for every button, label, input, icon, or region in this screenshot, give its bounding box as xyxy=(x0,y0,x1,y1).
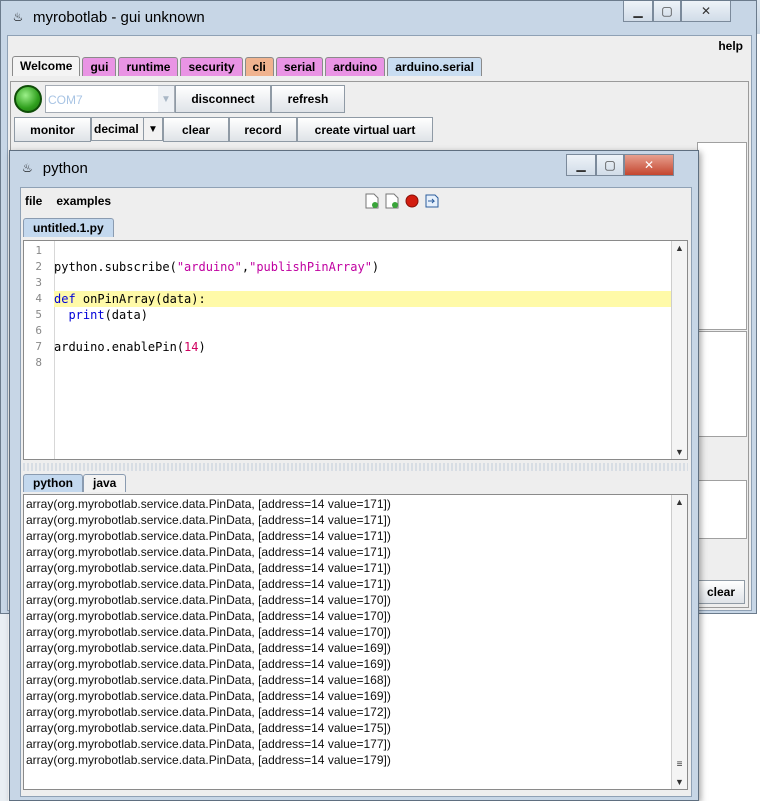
new-file-icon[interactable] xyxy=(364,193,380,209)
output-line: array(org.myrobotlab.service.data.PinDat… xyxy=(26,689,391,703)
line-number: 3 xyxy=(35,276,42,289)
serial-info-area xyxy=(697,331,747,437)
line-number: 2 xyxy=(35,260,42,273)
python-toolbar xyxy=(364,193,440,209)
scroll-down-icon[interactable]: ▼ xyxy=(672,775,687,789)
main-window-controls: ▁ ▢ ✕ xyxy=(623,1,731,22)
line-number: 1 xyxy=(35,244,42,257)
clear-bottom-button[interactable]: clear xyxy=(697,580,745,604)
line-number-gutter: 1 2 3 4 5 6 7 8 xyxy=(24,241,55,459)
monitor-button[interactable]: monitor xyxy=(14,117,91,142)
python-window: ♨ python ▁ ▢ ✕ file examples untitled.1.… xyxy=(9,150,699,801)
format-value: decimal xyxy=(94,122,139,136)
line-number: 6 xyxy=(35,324,42,337)
code-line: python.subscribe("arduino","publishPinAr… xyxy=(54,260,380,274)
open-file-icon[interactable] xyxy=(384,193,400,209)
execute-icon[interactable] xyxy=(424,193,440,209)
format-select[interactable]: decimal ▼ xyxy=(91,117,163,141)
tab-security[interactable]: security xyxy=(180,57,243,76)
close-button[interactable]: ✕ xyxy=(681,1,731,22)
output-line: array(org.myrobotlab.service.data.PinDat… xyxy=(26,577,391,591)
disconnect-button[interactable]: disconnect xyxy=(175,85,271,113)
tab-serial[interactable]: serial xyxy=(275,57,324,76)
connection-status-led xyxy=(14,85,42,113)
tab-arduino-serial[interactable]: arduino.serial xyxy=(387,57,482,76)
output-line: array(org.myrobotlab.service.data.PinDat… xyxy=(26,513,391,527)
chevron-down-icon[interactable]: ▼ xyxy=(158,86,174,112)
output-scrollbar[interactable]: ▲ ≡ ▼ xyxy=(671,495,687,789)
output-line: array(org.myrobotlab.service.data.PinDat… xyxy=(26,753,391,767)
minimize-button[interactable]: ▁ xyxy=(623,1,653,22)
output-line: array(org.myrobotlab.service.data.PinDat… xyxy=(26,497,391,511)
editor-tabs: untitled.1.py xyxy=(23,218,114,237)
menu-help[interactable]: help xyxy=(718,39,743,53)
output-line: array(org.myrobotlab.service.data.PinDat… xyxy=(26,737,391,751)
output-tabs: python java xyxy=(23,474,127,492)
tab-arduino[interactable]: arduino xyxy=(325,57,386,76)
output-line: array(org.myrobotlab.service.data.PinDat… xyxy=(26,561,391,575)
tab-gui[interactable]: gui xyxy=(82,57,117,76)
python-menubar: file examples xyxy=(21,188,691,214)
serial-input-area[interactable] xyxy=(697,480,747,539)
split-pane-divider[interactable] xyxy=(23,463,688,471)
scroll-thumb-icon[interactable]: ≡ xyxy=(672,757,687,771)
tab-runtime[interactable]: runtime xyxy=(118,57,179,76)
close-button[interactable]: ✕ xyxy=(624,154,674,176)
scroll-up-icon[interactable]: ▲ xyxy=(672,495,687,509)
code-line-highlighted: def onPinArray(data): xyxy=(54,291,671,307)
java-app-icon: ♨ xyxy=(12,10,24,24)
chevron-down-icon[interactable]: ▼ xyxy=(143,118,162,140)
maximize-button[interactable]: ▢ xyxy=(596,154,624,176)
output-line: array(org.myrobotlab.service.data.PinDat… xyxy=(26,529,391,543)
maximize-button[interactable]: ▢ xyxy=(653,1,681,22)
output-line: array(org.myrobotlab.service.data.PinDat… xyxy=(26,593,391,607)
port-value: COM7 xyxy=(48,93,83,107)
refresh-button[interactable]: refresh xyxy=(271,85,345,113)
port-combo[interactable]: COM7 ▼ xyxy=(45,85,175,113)
record-button[interactable]: record xyxy=(229,117,297,142)
output-line: array(org.myrobotlab.service.data.PinDat… xyxy=(26,673,391,687)
tab-cli[interactable]: cli xyxy=(244,57,274,76)
output-line: array(org.myrobotlab.service.data.PinDat… xyxy=(26,705,391,719)
tab-untitled-py[interactable]: untitled.1.py xyxy=(23,218,114,237)
code-editor[interactable]: 1 2 3 4 5 6 7 8 python.subscribe("arduin… xyxy=(23,240,688,460)
output-line: array(org.myrobotlab.service.data.PinDat… xyxy=(26,545,391,559)
tab-welcome[interactable]: Welcome xyxy=(12,56,81,76)
code-line: print(data) xyxy=(68,308,148,322)
output-line: array(org.myrobotlab.service.data.PinDat… xyxy=(26,641,391,655)
create-virtual-uart-button[interactable]: create virtual uart xyxy=(297,117,433,142)
service-tabs: Welcome gui runtime security cli serial … xyxy=(8,56,751,76)
output-line: array(org.myrobotlab.service.data.PinDat… xyxy=(26,657,391,671)
editor-scrollbar[interactable]: ▲ ▼ xyxy=(671,241,687,459)
console-output[interactable]: array(org.myrobotlab.service.data.PinDat… xyxy=(23,494,688,790)
minimize-button[interactable]: ▁ xyxy=(566,154,596,176)
clear-button[interactable]: clear xyxy=(163,117,229,142)
stop-icon[interactable] xyxy=(404,193,420,209)
output-line: array(org.myrobotlab.service.data.PinDat… xyxy=(26,625,391,639)
main-window-title: myrobotlab - gui unknown xyxy=(33,8,205,26)
output-line: array(org.myrobotlab.service.data.PinDat… xyxy=(26,721,391,735)
serial-monitor-area[interactable] xyxy=(697,142,747,330)
scroll-up-icon[interactable]: ▲ xyxy=(672,241,687,255)
main-menubar: help xyxy=(8,36,751,56)
java-app-icon: ♨ xyxy=(22,161,33,175)
python-client-area: file examples untitled.1.py 1 2 3 4 5 6 … xyxy=(20,187,692,797)
scroll-down-icon[interactable]: ▼ xyxy=(672,445,687,459)
tab-java-output[interactable]: java xyxy=(83,474,127,492)
line-number: 8 xyxy=(35,356,42,369)
line-number: 7 xyxy=(35,340,42,353)
tab-python-output[interactable]: python xyxy=(23,474,83,492)
python-window-controls: ▁ ▢ ✕ xyxy=(566,154,674,176)
code-line: arduino.enablePin(14) xyxy=(54,340,206,354)
line-number: 4 xyxy=(35,292,42,305)
menu-examples[interactable]: examples xyxy=(56,194,111,208)
menu-file[interactable]: file xyxy=(25,194,42,208)
python-window-title: python xyxy=(42,159,88,177)
output-line: array(org.myrobotlab.service.data.PinDat… xyxy=(26,609,391,623)
line-number: 5 xyxy=(35,308,42,321)
